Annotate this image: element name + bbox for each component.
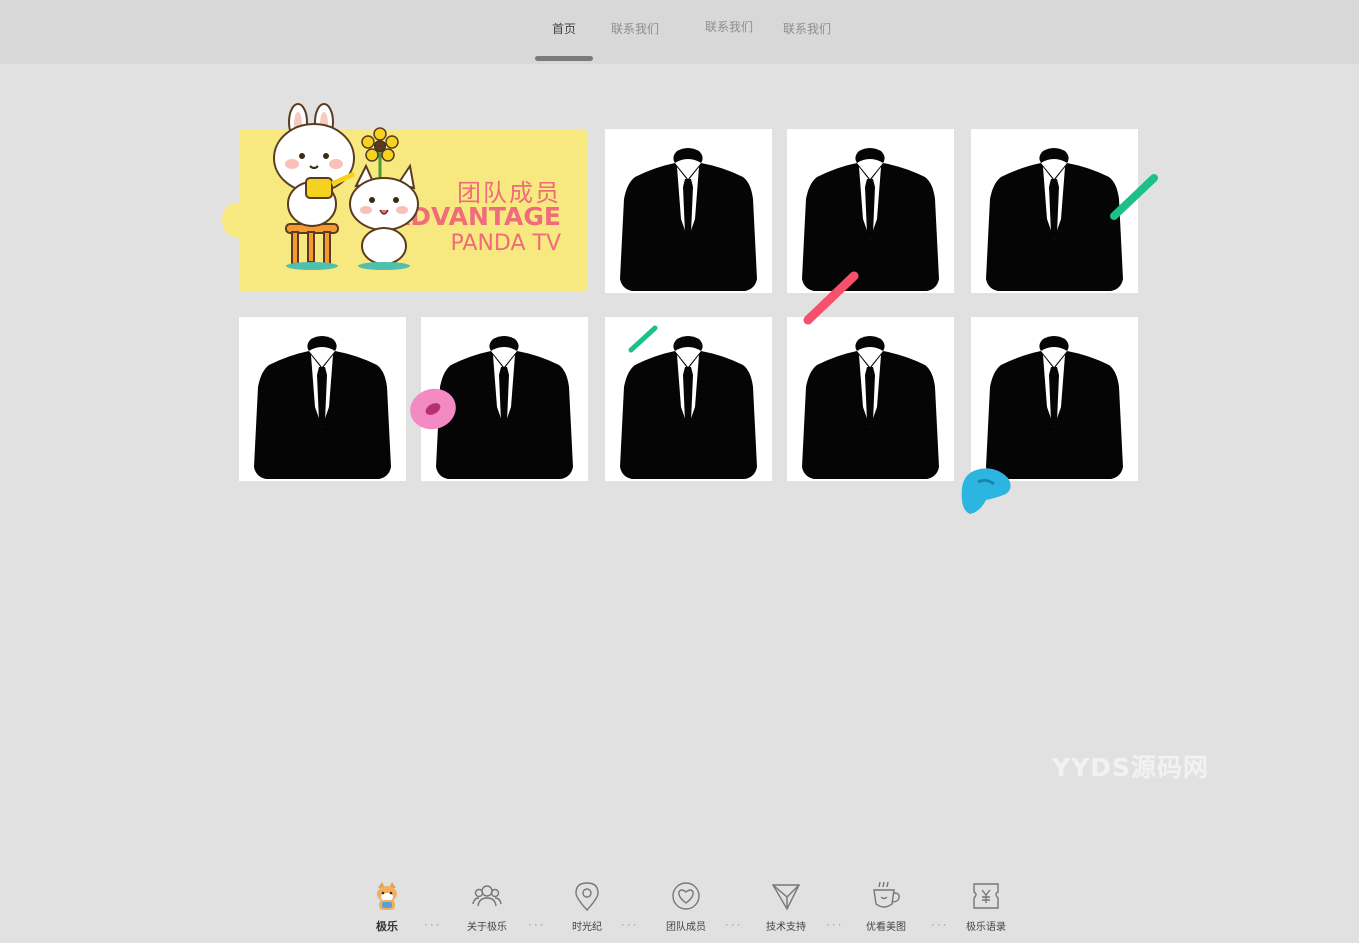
coffee-cup-icon xyxy=(873,881,900,908)
nav-separator-dots: ··· xyxy=(528,918,546,932)
pink-ring-decoration xyxy=(410,388,456,430)
yuan-ticket-icon xyxy=(973,883,999,909)
red-stroke-decoration xyxy=(803,271,859,325)
top-nav-bar: 首页 联系我们 联系我们 联系我们 xyxy=(0,0,1359,64)
nav-item-contact-1[interactable]: 联系我们 xyxy=(611,20,659,37)
team-member-card[interactable] xyxy=(787,317,954,481)
location-pin-icon xyxy=(575,882,599,912)
green-stroke-decoration xyxy=(1110,174,1158,220)
nav-separator-dots: ··· xyxy=(424,918,442,932)
bottom-nav-label: 极乐语录 xyxy=(966,922,1006,933)
heart-icon xyxy=(672,882,700,910)
nav-separator-dots: ··· xyxy=(826,918,844,932)
nav-separator-dots: ··· xyxy=(621,918,639,932)
suit-silhouette-icon xyxy=(254,336,391,479)
nav-separator-dots: ··· xyxy=(725,918,743,932)
bottom-nav-quotes[interactable]: 极乐语录 xyxy=(951,880,1021,933)
small-green-stroke-decoration xyxy=(628,325,658,353)
bottom-nav-timeline[interactable]: 时光纪 xyxy=(552,880,622,933)
bottom-nav-about[interactable]: 关于极乐 xyxy=(452,880,522,933)
team-member-card[interactable] xyxy=(971,317,1138,481)
shiba-dog-icon xyxy=(377,882,397,910)
bottom-nav-team[interactable]: 团队成员 xyxy=(651,880,721,933)
bottom-nav-label: 关于极乐 xyxy=(467,922,507,933)
team-member-card[interactable] xyxy=(239,317,406,481)
nav-item-contact-2[interactable]: 联系我们 xyxy=(705,18,753,35)
mascot-illustration xyxy=(273,103,419,270)
suit-silhouette-icon xyxy=(986,336,1123,479)
bottom-nav-home[interactable]: 极乐 xyxy=(352,880,422,934)
bottom-nav-gallery[interactable]: 优看美图 xyxy=(851,880,921,933)
nav-item-contact-3[interactable]: 联系我们 xyxy=(783,20,831,37)
team-member-card[interactable] xyxy=(605,129,772,293)
users-icon xyxy=(472,885,502,907)
banner-subtitle: PANDA TV xyxy=(450,231,561,256)
bottom-nav-label: 技术支持 xyxy=(766,922,806,933)
nav-active-indicator xyxy=(535,56,593,61)
watermark: YYDS源码网 xyxy=(1052,753,1209,782)
suit-silhouette-icon xyxy=(802,336,939,479)
bottom-nav-label: 优看美图 xyxy=(866,922,906,933)
suit-silhouette-icon xyxy=(620,148,757,291)
bottom-nav-support[interactable]: 技术支持 xyxy=(751,880,821,933)
nav-item-home[interactable]: 首页 xyxy=(552,20,576,37)
paper-plane-icon xyxy=(771,884,801,911)
bottom-nav-label: 极乐 xyxy=(376,920,398,933)
bottom-nav-label: 团队成员 xyxy=(666,922,706,933)
bottom-nav-label: 时光纪 xyxy=(572,922,602,933)
blue-blob-decoration xyxy=(961,468,1011,514)
nav-separator-dots: ··· xyxy=(931,918,949,932)
